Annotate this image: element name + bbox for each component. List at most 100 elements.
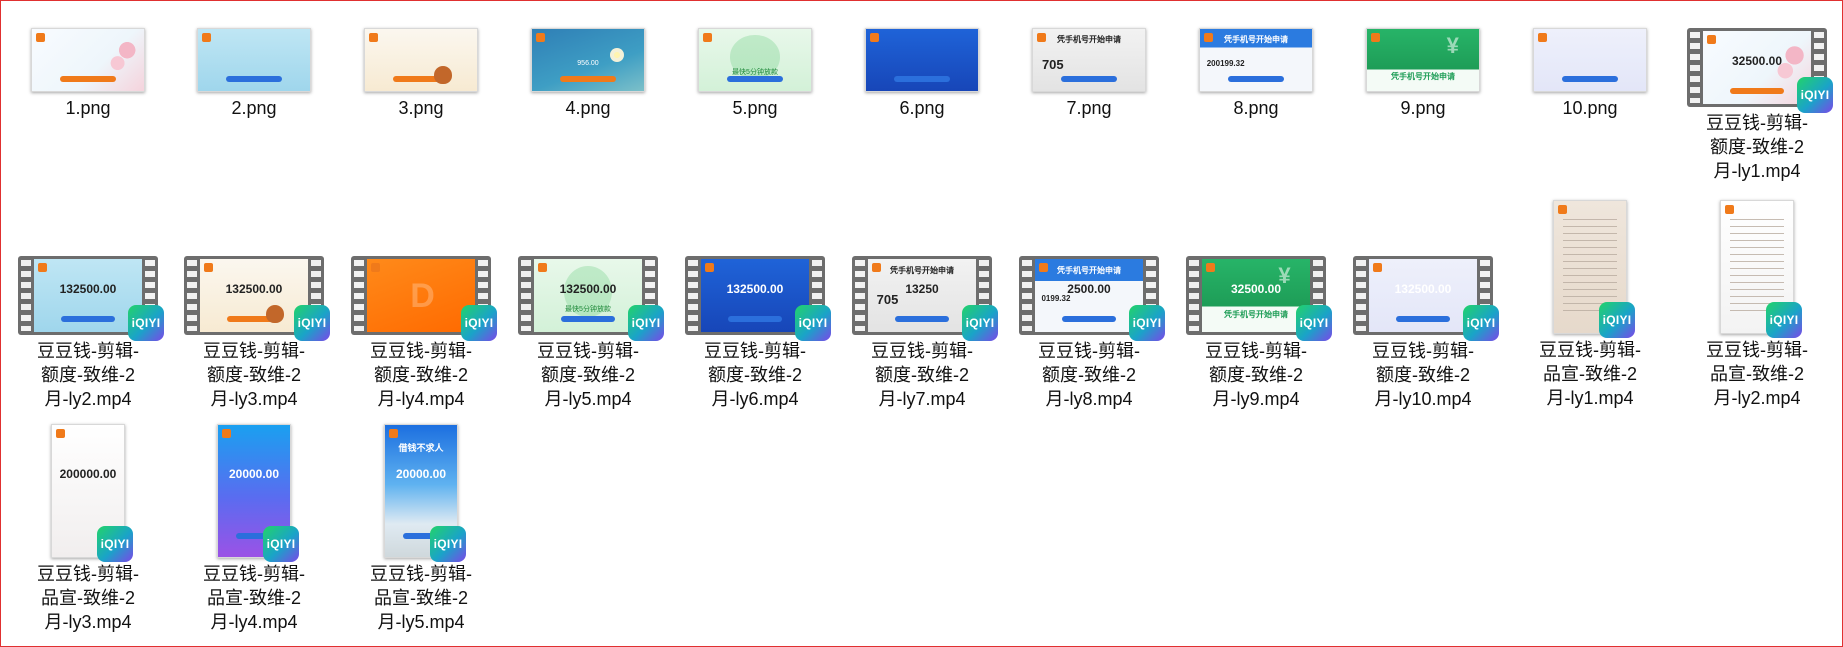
thumbnail[interactable]: DiQIYI	[351, 256, 497, 341]
thumbnail[interactable]: 凭手机号开始申请 705	[1032, 28, 1146, 92]
thumbnail[interactable]	[31, 28, 145, 92]
file-item-image[interactable]: 6.png	[842, 28, 1002, 120]
thumbnail[interactable]: iQIYI	[1720, 200, 1802, 338]
file-item-video[interactable]: 132500.00 iQIYI 豆豆钱-剪辑- 额度-致维-2 月-ly3.mp4	[174, 256, 334, 411]
app-logo-icon	[204, 263, 213, 272]
file-name-line: 品宣-致维-2	[41, 588, 135, 608]
file-item-video[interactable]: 132500.00 iQIYI 豆豆钱-剪辑- 额度-致维-2 月-ly2.mp4	[8, 256, 168, 411]
file-item-video[interactable]: 13250 凭手机号开始申请 705 iQIYI 豆豆钱-剪辑- 额度-致维-2 月-ly7…	[842, 256, 1002, 411]
app-logo-icon	[222, 429, 231, 438]
thumbnail[interactable]: 20000.00 借钱不求人 iQIYI	[384, 424, 466, 562]
file-item-video[interactable]: 132500.00 iQIYI 豆豆钱-剪辑- 额度-致维-2 月-ly6.mp4	[675, 256, 835, 411]
iqiyi-icon: iQIYI	[1463, 305, 1499, 341]
file-name-label: 豆豆钱-剪辑- 额度-致维-2 月-ly2.mp4	[8, 339, 168, 411]
file-name-label: 豆豆钱-剪辑- 额度-致维-2 月-ly5.mp4	[508, 339, 668, 411]
film-perforation	[855, 260, 865, 331]
action-pill	[727, 76, 783, 83]
thumbnail[interactable]: 132500.00 最快5分钟放款 iQIYI	[518, 256, 664, 341]
file-item-image[interactable]: 凭手机号开始申请 200199.32 8.png	[1176, 28, 1336, 120]
file-item-video[interactable]: 32500.00 iQIYI 豆豆钱-剪辑- 额度-致维-2 月-ly1.mp4	[1677, 28, 1837, 183]
image-thumbnail	[865, 28, 979, 92]
file-item-image[interactable]: 凭手机号开始申请 705 7.png	[1009, 28, 1169, 120]
amount-text: 200000.00	[59, 467, 117, 482]
file-name-label: 豆豆钱-剪辑- 额度-致维-2 月-ly10.mp4	[1343, 339, 1503, 411]
app-logo-icon	[1373, 263, 1382, 272]
app-logo-icon	[1538, 33, 1547, 42]
file-name-label: 2.png	[231, 98, 277, 118]
thumbnail[interactable]	[865, 28, 979, 92]
file-name-line: 豆豆钱-剪辑-	[203, 564, 305, 584]
file-item-video[interactable]: 132500.00 iQIYI 豆豆钱-剪辑- 额度-致维-2 月-ly10.mp4	[1343, 256, 1503, 411]
file-item-video[interactable]: 20000.00 iQIYI 豆豆钱-剪辑- 品宣-致维-2 月-ly4.mp4	[174, 424, 334, 634]
thumbnail[interactable]	[1533, 28, 1647, 92]
file-name-line: 月-ly10.mp4	[1374, 389, 1472, 409]
file-name-label: 豆豆钱-剪辑- 品宣-致维-2 月-ly1.mp4	[1510, 338, 1670, 410]
file-name-line: 月-ly5.mp4	[544, 389, 632, 409]
thumbnail[interactable]: 132500.00 iQIYI	[685, 256, 831, 341]
app-logo-icon	[870, 33, 879, 42]
iqiyi-icon: iQIYI	[1766, 302, 1802, 338]
file-item-video[interactable]: DiQIYI 豆豆钱-剪辑- 额度-致维-2 月-ly4.mp4	[341, 256, 501, 411]
image-thumbnail	[197, 28, 311, 92]
thumbnail[interactable]: iQIYI	[1553, 200, 1635, 338]
thumbnail[interactable]: 956.00	[531, 28, 645, 92]
thumbnail[interactable]: 2500.00 凭手机号开始申请 0199.32 iQIYI	[1019, 256, 1165, 341]
file-name-label: 豆豆钱-剪辑- 额度-致维-2 月-ly9.mp4	[1176, 339, 1336, 411]
file-name-line: 月-ly4.mp4	[377, 389, 465, 409]
file-item-image[interactable]: 凭手机号开始申请 ¥ 9.png	[1343, 28, 1503, 120]
thumbnail[interactable]: 132500.00 iQIYI	[1353, 256, 1499, 341]
file-item-image[interactable]: 3.png	[341, 28, 501, 120]
file-name-line: 月-ly4.mp4	[210, 612, 298, 632]
file-item-video[interactable]: iQIYI 豆豆钱-剪辑- 品宣-致维-2 月-ly2.mp4	[1677, 200, 1837, 410]
image-thumbnail	[1533, 28, 1647, 92]
iqiyi-icon: iQIYI	[628, 305, 664, 341]
number-text: 200199.32	[1206, 58, 1245, 68]
score-text: 705	[1041, 56, 1064, 72]
app-logo-icon	[538, 263, 547, 272]
file-name-line: 额度-致维-2	[41, 365, 135, 385]
file-item-image[interactable]: 1.png	[8, 28, 168, 120]
file-item-image[interactable]: 最快5分钟放款 5.png	[675, 28, 835, 120]
thumbnail[interactable]: 200000.00 iQIYI	[51, 424, 133, 562]
file-name-line: 豆豆钱-剪辑-	[203, 341, 305, 361]
action-pill	[1228, 76, 1284, 83]
file-name-line: 豆豆钱-剪辑-	[37, 341, 139, 361]
file-item-video[interactable]: 20000.00 借钱不求人 iQIYI 豆豆钱-剪辑- 品宣-致维-2 月-ly5.mp…	[341, 424, 501, 634]
thumbnail[interactable]: 凭手机号开始申请 200199.32	[1199, 28, 1313, 92]
file-name-line: 月-ly6.mp4	[711, 389, 799, 409]
iqiyi-icon: iQIYI	[430, 526, 466, 562]
thumbnail[interactable]: 32500.00 iQIYI	[1687, 28, 1833, 113]
thumbnail[interactable]: 13250 凭手机号开始申请 705 iQIYI	[852, 256, 998, 341]
file-name-line: 月-ly2.mp4	[44, 389, 132, 409]
file-name-line: 额度-致维-2	[374, 365, 468, 385]
thumbnail[interactable]: 32500.00 凭手机号开始申请 ¥ iQIYI	[1186, 256, 1332, 341]
thumbnail[interactable]	[364, 28, 478, 92]
file-item-video[interactable]: iQIYI 豆豆钱-剪辑- 品宣-致维-2 月-ly1.mp4	[1510, 200, 1670, 410]
file-item-image[interactable]: 2.png	[174, 28, 334, 120]
thumbnail[interactable]: 凭手机号开始申请 ¥	[1366, 28, 1480, 92]
amount-text: 32500.00	[1230, 282, 1282, 297]
file-name-label: 3.png	[398, 98, 444, 118]
file-name-line: 豆豆钱-剪辑-	[1038, 341, 1140, 361]
film-perforation	[1022, 260, 1032, 331]
thumbnail[interactable]: 20000.00 iQIYI	[217, 424, 299, 562]
thumbnail[interactable]: 最快5分钟放款	[698, 28, 812, 92]
file-item-video[interactable]: 32500.00 凭手机号开始申请 ¥ iQIYI 豆豆钱-剪辑- 额度-致维-2 月-ly…	[1176, 256, 1336, 411]
file-name-label: 9.png	[1400, 98, 1446, 118]
thumbnail[interactable]: 132500.00 iQIYI	[18, 256, 164, 341]
file-name-line: 月-ly9.mp4	[1212, 389, 1300, 409]
thumb-title: 凭手机号开始申请	[890, 265, 954, 275]
amount-text: 132500.00	[59, 282, 117, 297]
file-item-image[interactable]: 956.00 4.png	[508, 28, 668, 120]
file-grid: 1.png 2.png 3.png 956.00 4.png 最快5分钟放款 5.png 6.…	[0, 0, 1843, 647]
video-frame: D	[367, 259, 475, 332]
thumbnail[interactable]: 132500.00 iQIYI	[184, 256, 330, 341]
video-frame: 132500.00	[1369, 259, 1477, 332]
app-logo-icon	[389, 429, 398, 438]
file-item-video[interactable]: 132500.00 最快5分钟放款 iQIYI 豆豆钱-剪辑- 额度-致维-2 月-ly5…	[508, 256, 668, 411]
file-item-video[interactable]: 2500.00 凭手机号开始申请 0199.32 iQIYI 豆豆钱-剪辑- 额度-致维-…	[1009, 256, 1169, 411]
file-item-video[interactable]: 200000.00 iQIYI 豆豆钱-剪辑- 品宣-致维-2 月-ly3.mp4	[8, 424, 168, 634]
file-item-image[interactable]: 10.png	[1510, 28, 1670, 120]
action-pill	[1061, 76, 1117, 83]
thumbnail[interactable]	[197, 28, 311, 92]
